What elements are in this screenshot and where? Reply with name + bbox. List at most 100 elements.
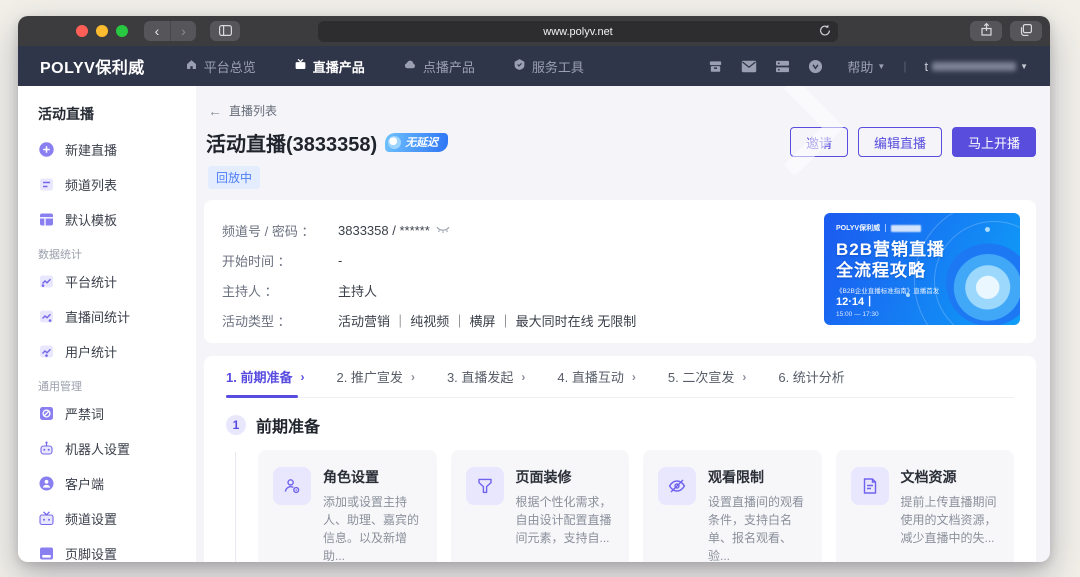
nav-platform-overview[interactable]: 平台总览 [185, 57, 256, 76]
host-label: 主持人 ： [222, 281, 338, 300]
share-button[interactable] [970, 21, 1002, 41]
chevron-right-icon: › [632, 370, 636, 384]
console-list-icon[interactable] [775, 60, 790, 73]
step-tab-analysis[interactable]: 6. 统计分析 [778, 356, 844, 397]
sidebar-item-platform-stats[interactable]: 平台统计 [38, 264, 196, 299]
tab-overview-button[interactable] [1010, 21, 1042, 41]
browser-window: ‹ › www.polyv.net [18, 16, 1050, 562]
back-arrow-icon[interactable]: ← [208, 103, 222, 119]
section-number-badge: 1 [226, 415, 246, 435]
start-live-button[interactable]: 马上开播 [952, 127, 1036, 157]
sidebar-item-robot-settings[interactable]: 机器人设置 [38, 431, 196, 466]
step-tab-re-promotion[interactable]: 5. 二次宣发› [668, 356, 746, 397]
chevron-right-icon: › [742, 370, 746, 384]
workflow-steps: 1. 前期准备› 2. 推广宣发› 3. 直播发起› 4. 直播互动› 5. 二… [226, 356, 1014, 398]
share-icon [981, 23, 992, 39]
fullscreen-window-button[interactable] [116, 25, 128, 37]
user-stats-icon [38, 343, 55, 360]
chevron-right-icon: › [521, 370, 525, 384]
sidebar-item-footer-settings[interactable]: 页脚设置 [38, 536, 196, 562]
address-bar[interactable]: www.polyv.net [318, 21, 838, 42]
security-badge-icon[interactable] [808, 59, 823, 74]
minimize-window-button[interactable] [96, 25, 108, 37]
channel-info-card: 频道号 / 密码 ： 3833358 / ****** 开始时间 ： - 主持人… [204, 200, 1036, 343]
promo-banner[interactable]: POLYV保利威 B2B营销直播 全流程攻略 《B2B企业直播标准指南》直播首发… [824, 213, 1020, 325]
no-delay-icon [388, 136, 401, 149]
nav-vod-products[interactable]: 点播产品 [403, 57, 475, 76]
username-prefix: t [924, 59, 928, 74]
step-tab-preparation[interactable]: 1. 前期准备› [226, 356, 304, 397]
section-title: 前期准备 [256, 413, 320, 437]
feature-cards-row-1: 角色设置 添加或设置主持人、助理、嘉宾的信息。以及新增助... 页面装修 根据个… [258, 450, 1014, 562]
browser-back-button[interactable]: ‹ [144, 21, 170, 41]
start-time-label: 开始时间 ： [222, 251, 338, 270]
client-icon [38, 475, 55, 492]
banner-logo-divider [885, 224, 886, 232]
main-content: ← 直播列表 活动直播(3833358) 无延迟 邀请 编辑直播 马上开播 回放… [196, 86, 1050, 562]
channel-password-label: 频道号 / 密码 ： [222, 221, 338, 240]
sidebar-title: 活动直播 [38, 104, 196, 124]
blurred-username [932, 62, 1016, 71]
document-resource-icon [851, 467, 889, 505]
channel-list-icon [38, 176, 55, 193]
step-tab-interaction[interactable]: 4. 直播互动› [557, 356, 635, 397]
sidebar-item-channel-list[interactable]: 频道列表 [38, 167, 196, 202]
card-watch-restriction[interactable]: 观看限制 设置直播间的观看条件，支持白名单、报名观看、验... [643, 450, 822, 562]
help-menu[interactable]: 帮助 ▼ [847, 57, 885, 76]
card-document-resource[interactable]: 文档资源 提前上传直播期间使用的文档资源，减少直播中的失... [836, 450, 1015, 562]
polyv-logo[interactable]: POLYV保利威 [40, 54, 145, 78]
breadcrumb-live-list[interactable]: 直播列表 [229, 102, 277, 119]
sidebar-item-new-live[interactable]: 新建直播 [38, 132, 196, 167]
card-role-settings[interactable]: 角色设置 添加或设置主持人、助理、嘉宾的信息。以及新增助... [258, 450, 437, 562]
nav-service-tools[interactable]: 服务工具 [513, 57, 584, 76]
browser-forward-button[interactable]: › [170, 21, 196, 41]
card-page-decoration[interactable]: 页面装修 根据个性化需求，自由设计配置直播间元素，支持自... [451, 450, 630, 562]
resource-box-icon[interactable] [708, 59, 723, 74]
page-title: 活动直播(3833358) [206, 128, 377, 157]
chevron-down-icon: ▼ [1020, 62, 1028, 71]
no-delay-badge: 无延迟 [385, 133, 448, 152]
mail-icon[interactable] [741, 60, 757, 73]
platform-stats-icon [38, 273, 55, 290]
channel-password-value: 3833358 / ****** [338, 223, 430, 238]
status-badge: 回放中 [208, 166, 260, 189]
chevron-down-icon: ▼ [877, 62, 885, 71]
tabs-icon [1020, 24, 1032, 39]
reload-icon[interactable] [819, 24, 831, 40]
edit-live-button[interactable]: 编辑直播 [858, 127, 942, 157]
close-window-button[interactable] [76, 25, 88, 37]
sidebar-item-channel-settings[interactable]: 频道设置 [38, 501, 196, 536]
divider: | [903, 59, 906, 73]
app-header: POLYV保利威 平台总览 直播产品 点播产品 服务工具 [18, 46, 1050, 86]
breadcrumb: ← 直播列表 [208, 102, 1036, 119]
sidebar-item-banned-words[interactable]: 严禁词 [38, 396, 196, 431]
show-password-eye-icon[interactable] [436, 226, 450, 234]
live-tv-icon [294, 58, 307, 74]
channel-settings-icon [38, 510, 55, 527]
start-time-value: - [338, 253, 342, 268]
timeline-line [235, 452, 236, 562]
nav-live-products[interactable]: 直播产品 [294, 57, 365, 76]
invite-button[interactable]: 邀请 [790, 127, 848, 157]
browser-sidebar-toggle-button[interactable] [210, 21, 240, 41]
activity-type-label: 活动类型 ： [222, 311, 338, 330]
step-tab-promotion[interactable]: 2. 推广宣发› [336, 356, 414, 397]
sidebar-item-default-template[interactable]: 默认模板 [38, 202, 196, 237]
page-decoration-icon [466, 467, 504, 505]
banner-polyv-logo: POLYV保利威 [836, 223, 880, 233]
new-live-icon [38, 141, 55, 158]
watch-restriction-icon [658, 467, 696, 505]
browser-chrome: ‹ › www.polyv.net [18, 16, 1050, 46]
chevron-right-icon: › [300, 370, 304, 384]
sidebar-item-client[interactable]: 客户端 [38, 466, 196, 501]
sidebar-item-room-stats[interactable]: 直播间统计 [38, 299, 196, 334]
service-tools-icon [513, 58, 526, 74]
sidebar: 活动直播 新建直播 频道列表 默认模板 数据统计 平台统计 直播间统计 [18, 86, 196, 562]
footer-settings-icon [38, 545, 55, 562]
banner-partner-logo [891, 225, 921, 232]
step-tab-launch[interactable]: 3. 直播发起› [447, 356, 525, 397]
banned-words-icon [38, 405, 55, 422]
account-menu[interactable]: t ▼ [924, 59, 1028, 74]
robot-icon [38, 440, 55, 457]
sidebar-item-user-stats[interactable]: 用户统计 [38, 334, 196, 369]
